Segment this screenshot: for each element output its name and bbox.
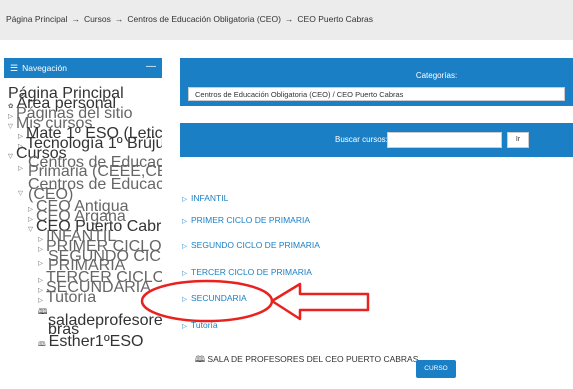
triangle-right-icon: ▷ [182,270,187,277]
breadcrumb: Página Principal → Cursos → Centros de Educa… [6,14,373,24]
triangle-right-icon: ▷ [182,323,187,330]
nav-item-ceip[interactable]: ▷ [18,157,26,175]
nav-item-ceo[interactable]: ▽ [18,182,26,200]
curso-badge[interactable]: CURSO [416,360,456,378]
course-title: SALA DE PROFESORES DEL CEO PUERTO CABRAS [207,354,419,364]
course-icon: 🕮 [195,354,206,364]
subcategory-secundaria[interactable]: ▷ SECUNDARIA [182,293,247,303]
search-input[interactable] [387,132,502,148]
breadcrumb-separator: → [114,14,124,24]
triangle-down-icon: ▽ [18,190,23,197]
breadcrumb-separator: → [284,14,294,24]
subcategory-infantil[interactable]: ▷ INFANTIL [182,193,228,203]
triangle-right-icon: ▷ [18,165,23,172]
triangle-right-icon: ▷ [182,243,187,250]
nav-item-label[interactable]: Tutoría [46,289,96,306]
subcategory-label: SEGUNDO CICLO DE PRIMARIA [191,240,320,250]
subcategory-label: TERCER CICLO DE PRIMARIA [191,267,312,277]
triangle-right-icon: ▷ [38,260,43,267]
breadcrumb-bar: Página Principal → Cursos → Centros de Educa… [0,0,573,40]
course-title-row[interactable]: 🕮 SALA DE PROFESORES DEL CEO PUERTO CABR… [195,354,418,368]
minus-icon[interactable]: — [146,61,156,72]
triangle-right-icon: ▷ [182,196,187,203]
triangle-right-icon: ▷ [182,218,187,225]
breadcrumb-separator: → [71,14,80,24]
nav-item-segundo-ciclo[interactable]: ▷ [38,252,46,270]
subcategory-label: SECUNDARIA [191,293,247,303]
triangle-down-icon: ▽ [28,226,33,233]
breadcrumb-home[interactable]: Página Principal [6,14,67,24]
subcategory-tutoria[interactable]: ▷ Tutoría [182,320,218,330]
navigation-block: ☰ Navegación — Página Principal ✿ Área pe… [4,58,162,389]
search-label: Buscar cursos: [335,135,388,144]
subcategory-label: Tutoría [191,320,218,330]
navigation-header: ☰ Navegación — [4,58,162,78]
category-title: Categorías: [415,71,458,80]
category-select[interactable]: Centros de Educación Obligatoria (CEO) /… [188,87,565,101]
subcategory-primer-ciclo[interactable]: ▷ PRIMER CICLO DE PRIMARIA [182,215,310,225]
arrow-left-icon [270,282,370,321]
course-icon: 🕮 [38,307,48,316]
search-go-button[interactable]: Ir [507,132,529,148]
subcategory-label: PRIMER CICLO DE PRIMARIA [191,215,311,225]
nav-item-label[interactable]: Esther1ºESO [49,333,144,350]
breadcrumb-current[interactable]: CEO Puerto Cabras [297,14,373,24]
menu-icon: ☰ [10,62,19,73]
breadcrumb-ceo[interactable]: Centros de Educación Obligatoria (CEO) [127,14,281,24]
triangle-down-icon: ▽ [8,123,13,130]
breadcrumb-cursos[interactable]: Cursos [84,14,111,24]
triangle-down-icon: ▽ [8,153,13,160]
subcategory-tercer-ciclo[interactable]: ▷ TERCER CICLO DE PRIMARIA [182,267,312,277]
subcategory-label: INFANTIL [191,193,229,203]
navigation-title: Navegación [22,63,67,73]
course-icon: 🕮 [38,341,46,348]
subcategory-segundo-ciclo[interactable]: ▷ SEGUNDO CICLO DE PRIMARIA [182,240,320,250]
category-box: Categorías: Centros de Educación Obligat… [180,58,573,106]
course-search-box: Buscar cursos: Ir [180,123,573,157]
nav-item-esther[interactable]: 🕮 Esther1ºESO [38,333,143,351]
triangle-right-icon: ▷ [182,296,187,303]
